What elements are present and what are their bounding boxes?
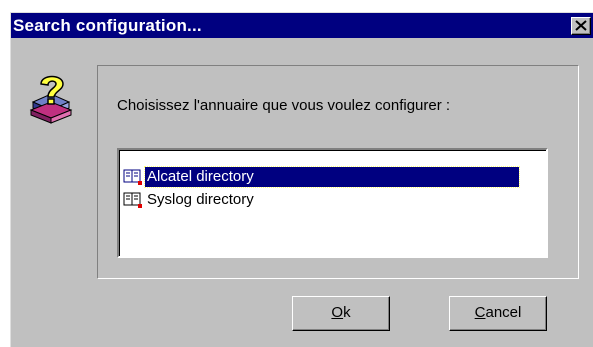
help-books-icon	[29, 75, 73, 124]
title-bar[interactable]: Search configuration...	[11, 13, 593, 38]
window-title: Search configuration...	[13, 16, 202, 35]
close-icon	[575, 20, 587, 31]
list-item-label: Syslog directory	[147, 191, 254, 208]
directory-listbox[interactable]: Alcatel directory Syslog directory	[117, 148, 548, 258]
directory-network-icon	[123, 169, 142, 185]
cancel-mnemonic: C	[474, 304, 486, 321]
ok-button[interactable]: Ok	[292, 296, 390, 331]
cancel-label-rest: ancel	[485, 304, 522, 321]
cancel-button[interactable]: Cancel	[449, 296, 547, 331]
ok-mnemonic: O	[331, 304, 344, 321]
instruction-text: Choisissez l'annuaire que vous voulez co…	[117, 97, 451, 114]
ok-label-rest: k	[343, 304, 351, 321]
close-button[interactable]	[571, 17, 591, 35]
list-item-label: Alcatel directory	[144, 166, 520, 188]
directory-book-icon	[123, 192, 142, 208]
